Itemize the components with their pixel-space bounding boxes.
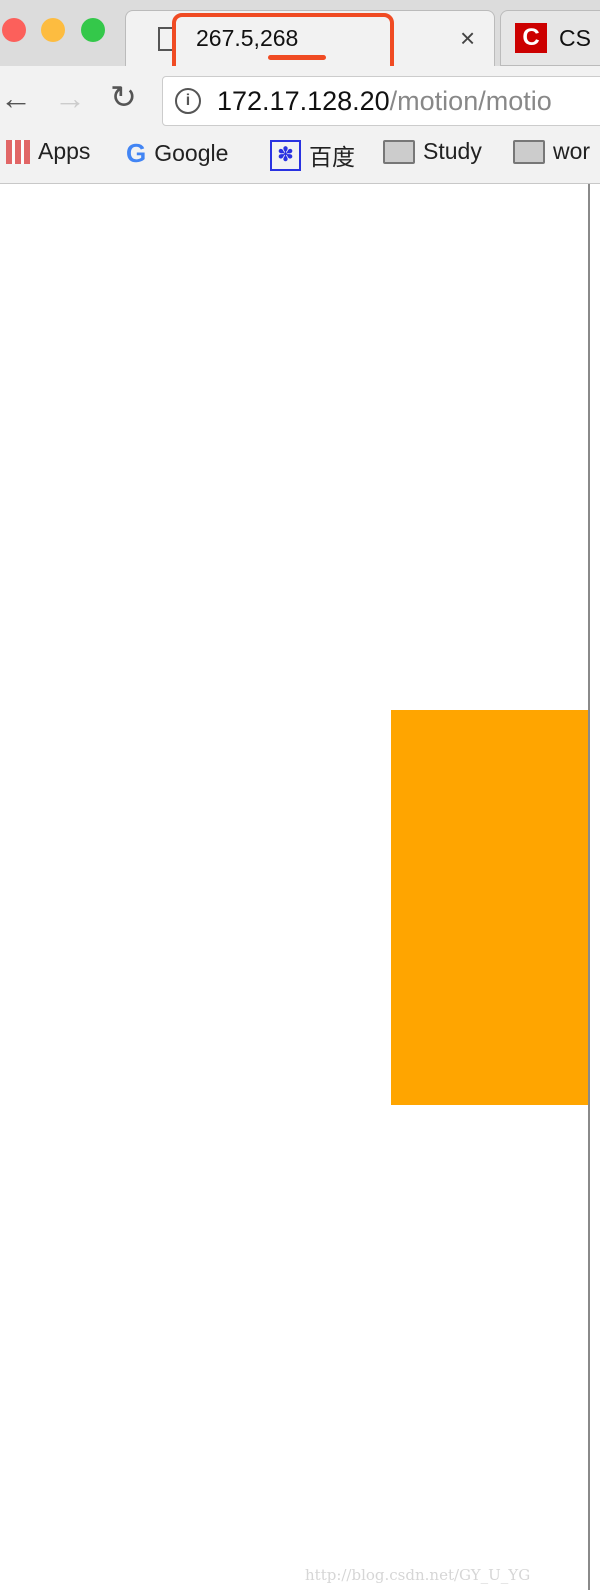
bookmark-google[interactable]: G Google xyxy=(126,138,228,169)
minimize-window-button[interactable] xyxy=(41,18,65,42)
tab-inactive[interactable]: C CS xyxy=(500,10,600,66)
baidu-paw-icon: ✽ xyxy=(270,139,301,171)
folder-icon xyxy=(513,139,545,164)
bookmark-label: Apps xyxy=(38,138,91,164)
tab-title: CS xyxy=(559,25,591,51)
csdn-icon: C xyxy=(515,23,547,53)
reload-button[interactable]: ↻ xyxy=(110,78,137,116)
annotation-underline xyxy=(268,55,326,60)
url-host: 172.17.128.20 xyxy=(217,86,390,116)
bookmark-label: Google xyxy=(154,140,229,166)
scrollbar[interactable] xyxy=(588,184,590,1590)
folder-icon xyxy=(383,139,415,164)
watermark: http://blog.csdn.net/GY_U_YG xyxy=(305,1566,531,1584)
address-bar[interactable]: i 172.17.128.20/motion/motio xyxy=(162,76,600,126)
forward-button[interactable]: → xyxy=(54,80,86,117)
bookmark-study[interactable]: Study xyxy=(383,138,482,165)
orange-box xyxy=(391,710,588,1105)
google-icon: G xyxy=(126,138,147,168)
back-button[interactable]: ← xyxy=(0,80,32,117)
bookmark-label: Study xyxy=(423,138,482,164)
bookmark-work[interactable]: wor xyxy=(513,138,590,165)
url-path: /motion/motio xyxy=(389,86,552,116)
bookmark-label: 百度 xyxy=(309,144,355,170)
apps-grid-icon xyxy=(6,139,30,164)
bookmark-baidu[interactable]: ✽ 百度 xyxy=(270,138,355,172)
info-icon: i xyxy=(175,88,201,114)
bookmark-label: wor xyxy=(553,138,591,164)
maximize-window-button[interactable] xyxy=(81,18,105,42)
bookmark-apps[interactable]: Apps xyxy=(6,138,90,165)
toolbar: ← → ↻ i 172.17.128.20/motion/motio Apps … xyxy=(0,66,600,184)
close-tab-icon[interactable]: × xyxy=(460,23,475,54)
close-window-button[interactable] xyxy=(2,18,26,42)
